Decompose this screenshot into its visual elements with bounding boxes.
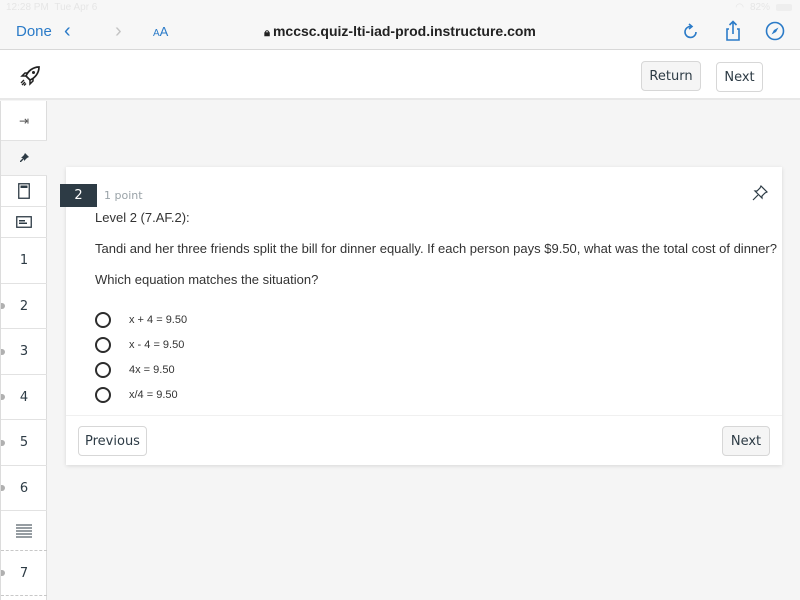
answer-option[interactable]: x + 4 = 9.50: [95, 307, 187, 332]
compass-icon[interactable]: [764, 20, 786, 42]
dot-indicator: [1, 570, 5, 576]
question-number: 2: [60, 184, 97, 207]
quiz-header: Return Next: [0, 50, 800, 100]
dot-indicator: [1, 303, 5, 309]
text-size-button[interactable]: AA: [153, 24, 168, 39]
back-icon[interactable]: ‹: [64, 20, 71, 43]
radio-button[interactable]: [95, 386, 111, 403]
answer-option[interactable]: 4x = 9.50: [95, 357, 187, 382]
next-button-top[interactable]: Next: [716, 62, 763, 92]
done-button[interactable]: Done: [16, 23, 52, 40]
rocket-icon: [20, 66, 40, 86]
question-title: Level 2 (7.AF.2):: [95, 210, 190, 225]
sidebar-question-2[interactable]: 2: [1, 284, 47, 329]
text-block-icon: [16, 523, 32, 538]
answer-option[interactable]: x - 4 = 9.50: [95, 332, 187, 357]
battery-percent: 82%: [749, 2, 770, 13]
sidebar-question-4[interactable]: 4: [1, 375, 47, 420]
sidebar-question-6[interactable]: 6: [1, 466, 47, 511]
question-card: 2 1 point Level 2 (7.AF.2): Tandi and he…: [60, 167, 782, 465]
browser-toolbar: Done ‹ › AA 🔒︎ mccsc.quiz-lti-iad-prod.in…: [0, 14, 800, 50]
dot-indicator: [1, 439, 5, 446]
collapse-icon: ⇥: [18, 113, 30, 128]
question-prompt: Which equation matches the situation?: [95, 272, 319, 287]
dot-indicator: [1, 348, 5, 355]
next-button[interactable]: Next: [722, 426, 770, 456]
sidebar-question-5[interactable]: 5: [1, 420, 47, 466]
question-text: Tandi and her three friends split the bi…: [95, 241, 777, 256]
calculator-icon: [18, 183, 30, 199]
answer-option[interactable]: x/4 = 9.50: [95, 382, 187, 407]
wifi-icon: ◠: [735, 2, 744, 13]
sidebar-collapse-button[interactable]: ⇥: [1, 101, 47, 141]
pin-icon: [20, 153, 29, 162]
sidebar-question-1[interactable]: 1: [1, 238, 47, 284]
share-icon[interactable]: [722, 20, 744, 42]
sidebar-question-3[interactable]: 3: [1, 329, 47, 375]
reload-icon[interactable]: [680, 20, 702, 42]
lock-icon: 🔒︎: [264, 27, 270, 39]
pin-question-icon[interactable]: [752, 185, 768, 201]
card-divider: [66, 415, 782, 416]
answer-list: x + 4 = 9.50 x - 4 = 9.50 4x = 9.50 x/4 …: [95, 307, 187, 407]
sidebar-question-7[interactable]: 7: [1, 551, 47, 596]
sidebar-calculator-button[interactable]: [1, 176, 47, 207]
dot-indicator: [1, 394, 5, 400]
question-points: 1 point: [104, 189, 143, 202]
sidebar-pin-button[interactable]: [1, 141, 47, 176]
notes-icon: [16, 216, 32, 228]
battery-icon: [776, 4, 792, 11]
previous-button[interactable]: Previous: [78, 426, 147, 456]
return-button[interactable]: Return: [641, 61, 701, 91]
radio-button[interactable]: [95, 311, 111, 328]
status-bar: 12:28 PM Tue Apr 6 ◠ 82%: [0, 0, 800, 14]
url-text[interactable]: mccsc.quiz-lti-iad-prod.instructure.com: [273, 23, 536, 39]
radio-button[interactable]: [95, 361, 111, 378]
dot-indicator: [1, 485, 5, 491]
status-time: 12:28 PM Tue Apr 6: [6, 2, 98, 13]
radio-button[interactable]: [95, 336, 111, 353]
question-sidebar: ⇥ 1 2 3 4 5 6 7: [0, 101, 47, 600]
sidebar-text-block[interactable]: [1, 511, 47, 551]
status-right: ◠ 82%: [735, 2, 792, 13]
sidebar-notes-button[interactable]: [1, 207, 47, 238]
forward-icon[interactable]: ›: [115, 20, 122, 43]
